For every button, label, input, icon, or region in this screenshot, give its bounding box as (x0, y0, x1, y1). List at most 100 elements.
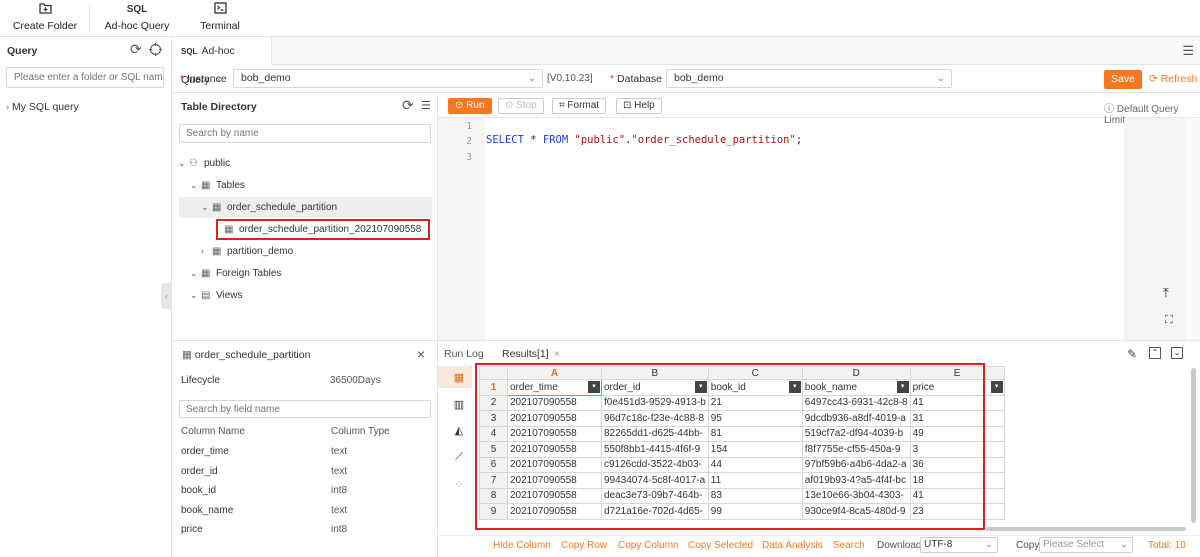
column-name-cell: order_time (181, 446, 229, 457)
locate-icon[interactable] (149, 41, 162, 59)
table-directory-title: Table Directory (181, 101, 257, 113)
sql-editor-text[interactable]: SELECT * FROM "public"."order_schedule_p… (486, 134, 802, 146)
folder-search-input[interactable] (6, 67, 164, 88)
scroll-to-top-icon[interactable]: ⤒ (1163, 285, 1169, 301)
tree-table-order-schedule-partition[interactable]: ⌄ ▦ order_schedule_partition (201, 202, 337, 213)
format-button[interactable]: ⌗ Format (552, 98, 607, 114)
column-name-cell: price (181, 524, 203, 535)
filter-dropdown-icon[interactable]: ▾ (990, 381, 1003, 393)
refresh-button[interactable]: ⟳ Refresh (1149, 73, 1197, 85)
chevron-down-icon: ⌄ (190, 290, 198, 300)
copy-format-select[interactable]: Please Select ⌄ (1039, 537, 1133, 553)
collapse-panel-handle[interactable]: ‹ (161, 283, 172, 309)
query-panel-title: Query (7, 45, 38, 57)
chevron-down-icon: ⌄ (1119, 539, 1128, 550)
table-icon: ▦ (212, 246, 222, 257)
line-number: 1 (466, 121, 472, 132)
column-type-cell: text (331, 446, 348, 457)
minimize-icon[interactable]: ⌄ (1171, 347, 1183, 359)
scatter-chart-icon[interactable]: ⁘ (452, 478, 466, 492)
instance-version: [V0.10.23] (547, 73, 593, 84)
editor-scrollbar[interactable] (1186, 118, 1200, 340)
column-name-cell: book_id (181, 485, 217, 496)
encoding-select[interactable]: UTF-8 ⌄ (920, 537, 998, 553)
search-link[interactable]: Search (833, 540, 865, 551)
chevron-down-icon: ⌄ (190, 180, 198, 190)
hide-column-link[interactable]: Hide Column (493, 540, 551, 551)
help-button[interactable]: ⊡ Help (616, 98, 662, 114)
database-label: * Database (610, 73, 662, 85)
collapse-all-icon[interactable]: ☰ (421, 99, 431, 112)
grid-view-icon[interactable]: ▦ (452, 371, 466, 385)
stop-button[interactable]: ⊙ Stop (498, 98, 544, 114)
copy-selected-link[interactable]: Copy Selected (688, 540, 753, 551)
line-chart-icon[interactable]: ⟋ (452, 451, 466, 465)
column-type-header: Column Type (331, 426, 390, 437)
adhoc-query-button[interactable]: SQL Ad-hoc Query (104, 2, 170, 35)
copy-column-link[interactable]: Copy Column (618, 540, 679, 551)
refresh-icon: ⟳ (1149, 73, 1161, 85)
tree-table-partition-demo[interactable]: › ▦ partition_demo (201, 246, 293, 257)
info-icon: ⓘ (1104, 104, 1117, 115)
instance-row: * Instance bob_demo ⌄ [V0.10.23] * Databa… (172, 65, 1200, 93)
editor-minimap[interactable] (1124, 118, 1186, 340)
chevron-down-icon: ⌄ (178, 158, 186, 168)
close-icon[interactable]: × (417, 346, 425, 362)
column-type-cell: text (331, 504, 348, 516)
tab-run-log[interactable]: Run Log (444, 348, 484, 360)
chevron-down-icon: ⌄ (936, 73, 945, 84)
results-horizontal-scrollbar[interactable] (986, 527, 1186, 531)
save-button[interactable]: Save (1104, 70, 1142, 89)
stop-icon: ⊙ (505, 100, 517, 111)
chevron-right-icon: › (6, 102, 9, 112)
results-vertical-scrollbar[interactable] (1191, 368, 1196, 523)
schema-icon: ⚇ (189, 158, 198, 169)
refresh-icon[interactable]: ⟳ (402, 97, 414, 114)
column-name-cell: book_name (181, 504, 234, 516)
query-tab-bar: SQL Ad-hoc Query × ☰ (172, 37, 1200, 86)
sql-icon: SQL (181, 47, 198, 56)
tree-views[interactable]: ⌄ ▤ Views (190, 290, 243, 301)
tab-adhoc-query[interactable]: SQL Ad-hoc Query × (172, 37, 272, 86)
menu-icon[interactable]: ☰ (1182, 43, 1194, 59)
refresh-icon[interactable]: ⟳ (130, 41, 142, 58)
line-number: 2 (466, 136, 472, 147)
my-sql-query-item[interactable]: › My SQL query (6, 101, 79, 113)
maximize-icon[interactable]: ⌃ (1149, 347, 1161, 359)
column-type-cell: text (331, 465, 348, 477)
area-chart-icon[interactable]: ◭ (452, 424, 466, 438)
data-analysis-link[interactable]: Data Analysis (762, 540, 823, 551)
bar-chart-icon[interactable]: ▥ (452, 398, 466, 412)
tree-tables[interactable]: ⌄ ▦ Tables (190, 180, 245, 191)
terminal-label: Terminal (200, 20, 240, 32)
create-folder-label: Create Folder (12, 20, 78, 32)
chevron-down-icon: ⌄ (984, 539, 993, 550)
tree-foreign-tables[interactable]: ⌄ ▦ Foreign Tables (190, 268, 281, 279)
top-toolbar: Create Folder SQL Ad-hoc Query Terminal (0, 0, 1200, 37)
table-icon: ▦ (201, 180, 211, 191)
table-search-input[interactable] (179, 124, 431, 143)
download-label: Download (877, 540, 922, 551)
run-button[interactable]: ⊙ Run (448, 98, 492, 114)
chevron-down-icon: ⌄ (190, 268, 198, 278)
fullscreen-icon[interactable]: ⛶ (1165, 314, 1173, 327)
copy-row-link[interactable]: Copy Row (561, 540, 607, 551)
lifecycle-label: Lifecycle (181, 375, 220, 386)
play-icon: ⊙ (455, 100, 467, 111)
close-icon: × (553, 348, 560, 360)
tree-schema-public[interactable]: ⌄ ⚇ public (178, 158, 230, 169)
table-icon: ▦ (224, 224, 234, 235)
chevron-down-icon: ⌄ (201, 202, 209, 212)
tree-partition-202107090558[interactable]: ▦ order_schedule_partition_202107090558 (224, 224, 421, 235)
table-icon: ▦ (212, 202, 222, 213)
terminal-button[interactable]: Terminal (193, 2, 247, 35)
instance-label: * Instance (180, 73, 227, 85)
chevron-right-icon: › (201, 246, 204, 256)
create-folder-button[interactable]: Create Folder (12, 2, 78, 35)
tab-results[interactable]: Results[1] × (502, 348, 560, 360)
database-select[interactable]: bob_demo ⌄ (666, 69, 952, 88)
results-highlight-box (475, 363, 985, 530)
instance-select[interactable]: bob_demo ⌄ (233, 69, 543, 88)
field-search-input[interactable] (179, 400, 431, 418)
pin-icon[interactable]: ✎ (1127, 347, 1137, 361)
